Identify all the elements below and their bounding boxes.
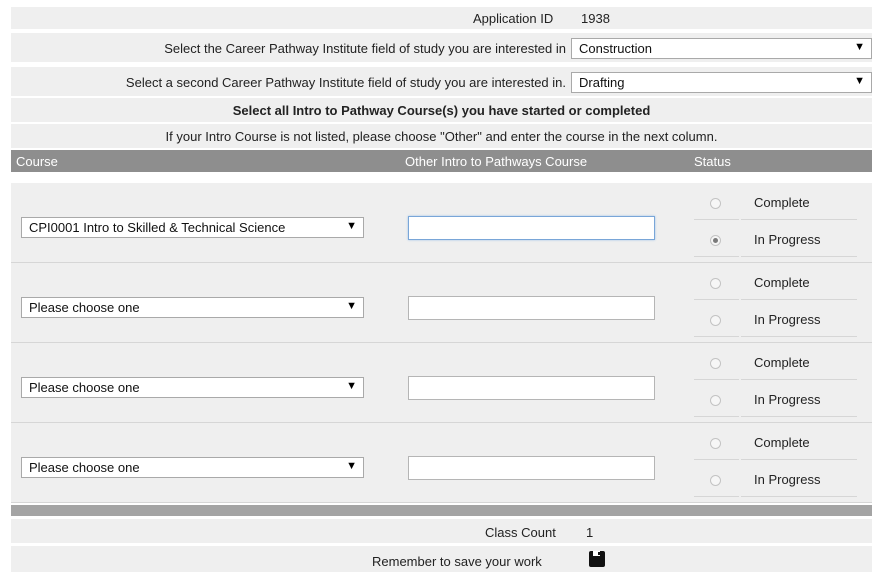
status-radio-cell: [694, 186, 739, 220]
course-select[interactable]: Please choose one ▼: [21, 457, 364, 478]
status-radio-cell: [694, 426, 739, 460]
table-footer-bar: [11, 505, 872, 517]
complete-label: Complete: [754, 355, 810, 370]
course-table-header: Course Other Intro to Pathways Course St…: [11, 150, 872, 173]
second-field-of-study-row: Select a second Career Pathway Institute…: [11, 67, 872, 97]
intro-course-note: If your Intro Course is not listed, plea…: [165, 129, 718, 144]
intro-course-note-row: If your Intro Course is not listed, plea…: [11, 124, 872, 149]
chevron-down-icon: ▼: [346, 300, 357, 312]
application-id-label: Application ID: [473, 11, 554, 26]
other-course-input[interactable]: [408, 296, 655, 320]
status-radio-cell: [694, 266, 739, 300]
chevron-down-icon: ▼: [346, 460, 357, 472]
class-count-value: 1: [586, 525, 594, 540]
floppy-disk-icon[interactable]: [589, 551, 605, 567]
other-course-input[interactable]: [408, 376, 655, 400]
field-of-study-row: Select the Career Pathway Institute fiel…: [11, 33, 872, 63]
field-of-study-label: Select the Career Pathway Institute fiel…: [164, 41, 566, 56]
in-progress-label: In Progress: [754, 312, 821, 327]
in-progress-radio[interactable]: [710, 475, 721, 486]
status-option-cell: In Progress: [741, 303, 857, 337]
status-radio-cell: [694, 463, 739, 497]
second-field-of-study-label: Select a second Career Pathway Institute…: [125, 75, 566, 90]
status-option-cell: Complete: [741, 426, 857, 460]
course-select-value: Please choose one: [29, 380, 140, 395]
chevron-down-icon: ▼: [854, 41, 865, 53]
status-option-cell: In Progress: [741, 463, 857, 497]
status-radio-cell: [694, 303, 739, 337]
course-column-header: Course: [16, 154, 58, 169]
in-progress-label: In Progress: [754, 392, 821, 407]
status-option-cell: In Progress: [741, 383, 857, 417]
course-select-value: Please choose one: [29, 300, 140, 315]
course-select-value: CPI0001 Intro to Skilled & Technical Sci…: [29, 220, 286, 235]
complete-radio[interactable]: [710, 198, 721, 209]
status-option-cell: Complete: [741, 266, 857, 300]
course-select[interactable]: Please choose one ▼: [21, 377, 364, 398]
in-progress-label: In Progress: [754, 232, 821, 247]
field-of-study-value: Construction: [579, 41, 652, 56]
status-radio-cell: [694, 223, 739, 257]
status-option-cell: Complete: [741, 186, 857, 220]
complete-label: Complete: [754, 435, 810, 450]
status-radio-cell: [694, 383, 739, 417]
second-field-of-study-value: Drafting: [579, 75, 625, 90]
course-row: CPI0001 Intro to Skilled & Technical Sci…: [11, 183, 872, 263]
status-option-cell: Complete: [741, 346, 857, 380]
course-select-value: Please choose one: [29, 460, 140, 475]
status-option-cell: In Progress: [741, 223, 857, 257]
application-id-row: Application ID 1938: [11, 7, 872, 30]
other-course-column-header: Other Intro to Pathways Course: [405, 154, 588, 169]
chevron-down-icon: ▼: [346, 380, 357, 392]
other-course-input[interactable]: [408, 456, 655, 480]
status-radio-cell: [694, 346, 739, 380]
course-row: Please choose one ▼ Complete In Progress: [11, 423, 872, 503]
intro-course-heading: Select all Intro to Pathway Course(s) yo…: [232, 103, 651, 118]
field-of-study-select[interactable]: Construction ▼: [571, 38, 872, 59]
in-progress-radio[interactable]: [710, 395, 721, 406]
status-column-header: Status: [694, 154, 731, 169]
chevron-down-icon: ▼: [346, 220, 357, 232]
complete-label: Complete: [754, 275, 810, 290]
intro-course-heading-row: Select all Intro to Pathway Course(s) yo…: [11, 98, 872, 123]
chevron-down-icon: ▼: [854, 75, 865, 87]
course-select[interactable]: CPI0001 Intro to Skilled & Technical Sci…: [21, 217, 364, 238]
application-id-value: 1938: [581, 11, 610, 26]
complete-radio[interactable]: [710, 278, 721, 289]
save-reminder-row: Remember to save your work: [11, 546, 872, 573]
complete-radio[interactable]: [710, 358, 721, 369]
in-progress-radio[interactable]: [710, 235, 721, 246]
in-progress-label: In Progress: [754, 472, 821, 487]
complete-label: Complete: [754, 195, 810, 210]
course-select[interactable]: Please choose one ▼: [21, 297, 364, 318]
in-progress-radio[interactable]: [710, 315, 721, 326]
complete-radio[interactable]: [710, 438, 721, 449]
class-count-label: Class Count: [485, 525, 556, 540]
second-field-of-study-select[interactable]: Drafting ▼: [571, 72, 872, 93]
save-reminder-label: Remember to save your work: [372, 554, 542, 569]
course-row: Please choose one ▼ Complete In Progress: [11, 343, 872, 423]
class-count-row: Class Count 1: [11, 519, 872, 544]
other-course-input[interactable]: [408, 216, 655, 240]
course-row: Please choose one ▼ Complete In Progress: [11, 263, 872, 343]
